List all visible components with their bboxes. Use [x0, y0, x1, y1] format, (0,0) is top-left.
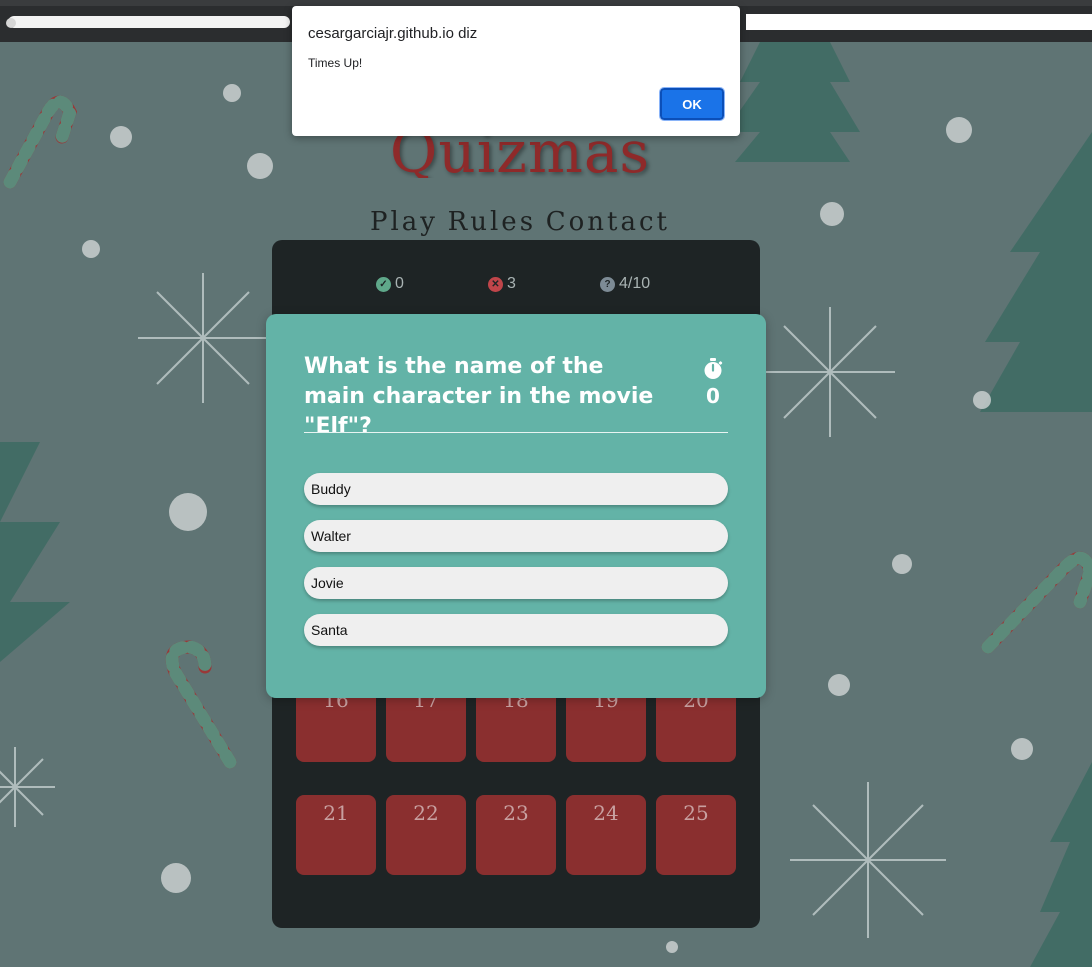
day-tile[interactable]: 22 — [386, 795, 466, 875]
timer: 0 — [696, 358, 730, 408]
day-tile[interactable]: 21 — [296, 795, 376, 875]
alert-ok-button[interactable]: OK — [659, 87, 725, 121]
score-stats: ✓ 0 ✕ 3 ? 4/10 — [376, 275, 676, 297]
question-icon: ? — [600, 276, 615, 292]
timer-value: 0 — [706, 384, 720, 408]
answer-option-3[interactable]: Jovie — [304, 567, 728, 599]
answer-option-2[interactable]: Walter — [304, 520, 728, 552]
browser-bookmark-bar-left — [8, 16, 290, 28]
correct-count-value: 0 — [395, 275, 404, 292]
question-progress-value: 4/10 — [619, 275, 651, 292]
browser-alert-dialog: cesargarciajr.github.io diz Times Up! OK — [292, 6, 740, 136]
check-icon: ✓ — [376, 276, 391, 292]
browser-bookmark-bar-right — [746, 14, 1092, 30]
alert-title: cesargarciajr.github.io diz — [308, 25, 478, 42]
nav-link-rules[interactable]: Rules — [448, 207, 536, 237]
question-text: What is the name of the main character i… — [304, 354, 654, 439]
answer-option-1[interactable]: Buddy — [304, 473, 728, 505]
day-tile[interactable]: 24 — [566, 795, 646, 875]
wrong-count-value: 3 — [507, 275, 516, 292]
alert-message: Times Up! — [308, 56, 363, 70]
modal-divider — [304, 432, 728, 433]
day-tile[interactable]: 23 — [476, 795, 556, 875]
question-progress: ? 4/10 — [600, 275, 650, 293]
nav-link-play[interactable]: Play — [370, 207, 438, 237]
answer-option-4[interactable]: Santa — [304, 614, 728, 646]
wrong-count: ✕ 3 — [488, 275, 516, 293]
question-modal: What is the name of the main character i… — [266, 314, 766, 698]
day-tile[interactable]: 25 — [656, 795, 736, 875]
nav-link-contact[interactable]: Contact — [546, 207, 670, 237]
stopwatch-icon — [704, 358, 723, 379]
x-icon: ✕ — [488, 276, 503, 292]
main-nav: Play Rules Contact — [370, 204, 670, 240]
browser-favicon-icon — [6, 18, 16, 28]
correct-count: ✓ 0 — [376, 275, 404, 293]
